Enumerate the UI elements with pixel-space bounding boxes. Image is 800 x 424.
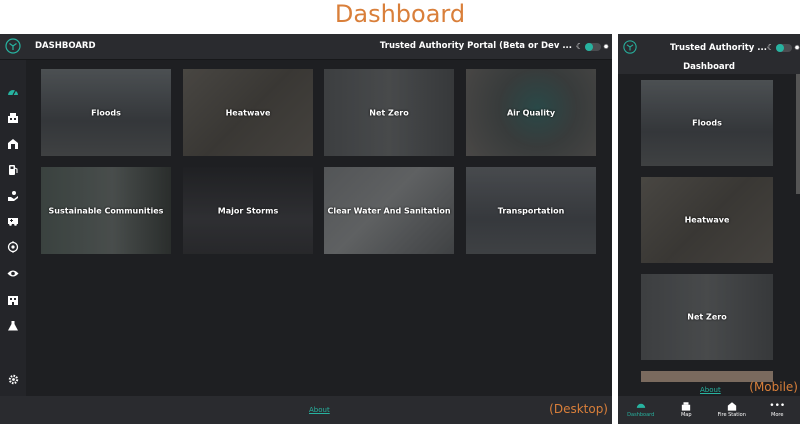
sun-icon: ✹ [603,43,609,51]
tile-label: Floods [692,118,722,128]
mobile-header: Trusted Authority ... ☾ ✹ Dashboard [618,34,800,74]
portal-title: Trusted Authority ... [670,43,767,53]
dashboard-label: Dashboard [683,62,735,72]
portal-title: Trusted Authority Portal (Beta or Dev ..… [379,41,572,51]
fuel-icon[interactable] [6,162,20,176]
tile-net-zero[interactable]: Net Zero [641,274,773,360]
building-icon[interactable] [6,292,20,306]
tile-net-zero[interactable]: Net Zero [324,69,454,156]
tile-floods[interactable]: Floods [41,69,171,156]
tile-label: Air Quality [506,108,556,117]
moon-icon: ☾ [575,42,584,51]
nav-more[interactable]: ••• More [755,396,800,424]
app-header: DASHBOARD Trusted Authority Portal (Beta… [0,34,612,60]
tile-heatwave[interactable]: Heatwave [183,69,313,156]
tile-sustainable-communities[interactable]: Sustainable Communities [41,167,171,254]
tile-label: Major Storms [217,206,279,215]
dashboard-icon [636,401,646,412]
logo-icon[interactable] [623,40,637,54]
tile-label: Transportation [497,206,565,215]
fire-station-icon[interactable] [6,136,20,150]
scrollbar[interactable] [796,74,800,194]
more-icon: ••• [769,401,786,411]
map-icon [681,401,691,412]
mobile-tiles: Floods Heatwave Net Zero [618,74,800,382]
tile-heatwave[interactable]: Heatwave [641,177,773,263]
ambulance-icon[interactable] [6,214,20,228]
tile-label: Net Zero [369,108,409,117]
desktop-frame: DASHBOARD Trusted Authority Portal (Beta… [0,34,612,424]
tile-label: Heatwave [684,215,730,225]
logo-icon[interactable] [5,38,21,54]
page-title: Dashboard [334,0,466,28]
tile-label: Clear Water And Sanitation [327,206,451,215]
tile-clear-water[interactable]: Clear Water And Sanitation [324,167,454,254]
tile-major-storms[interactable]: Major Storms [183,167,313,254]
header-title: DASHBOARD [35,41,96,51]
map-icon[interactable] [6,110,20,124]
tile-transportation[interactable]: Transportation [466,167,596,254]
tile-label: Net Zero [687,312,727,322]
theme-switch[interactable] [776,44,793,52]
fire-station-icon [727,401,737,412]
eye-icon[interactable] [6,266,20,280]
target-icon[interactable] [6,240,20,254]
nav-fire-station[interactable]: Fire Station [709,396,755,424]
dashboard-icon[interactable] [6,84,20,98]
footer: About (Desktop) [0,396,612,424]
about-link[interactable]: About [700,386,721,394]
bottom-nav: Dashboard Map Fire Station ••• More [618,396,800,424]
hand-icon[interactable] [6,188,20,202]
tile-floods[interactable]: Floods [641,80,773,166]
moon-icon: ☾ [766,43,775,52]
sun-icon: ✹ [794,44,800,52]
theme-toggle[interactable]: ☾ ✹ [767,43,800,53]
flask-icon[interactable] [6,318,20,332]
nav-map[interactable]: Map [664,396,710,424]
tile-air-quality[interactable]: Air Quality [466,69,596,156]
tile-label: Heatwave [225,108,271,117]
nav-dashboard[interactable]: Dashboard [618,396,664,424]
sidebar [0,60,26,424]
theme-toggle[interactable]: ☾ ✹ [576,42,609,52]
tile-label: Floods [91,108,121,117]
desktop-caption: (Desktop) [549,402,608,416]
mobile-caption: (Mobile) [749,380,798,394]
mobile-frame: Trusted Authority ... ☾ ✹ Dashboard Floo… [618,34,800,424]
tiles-grid: Floods Heatwave Net Zero Air Quality Sus… [26,60,612,396]
gear-icon[interactable] [6,372,20,386]
tile-label: Sustainable Communities [48,206,164,215]
theme-switch[interactable] [585,43,602,51]
about-link[interactable]: About [309,406,330,414]
